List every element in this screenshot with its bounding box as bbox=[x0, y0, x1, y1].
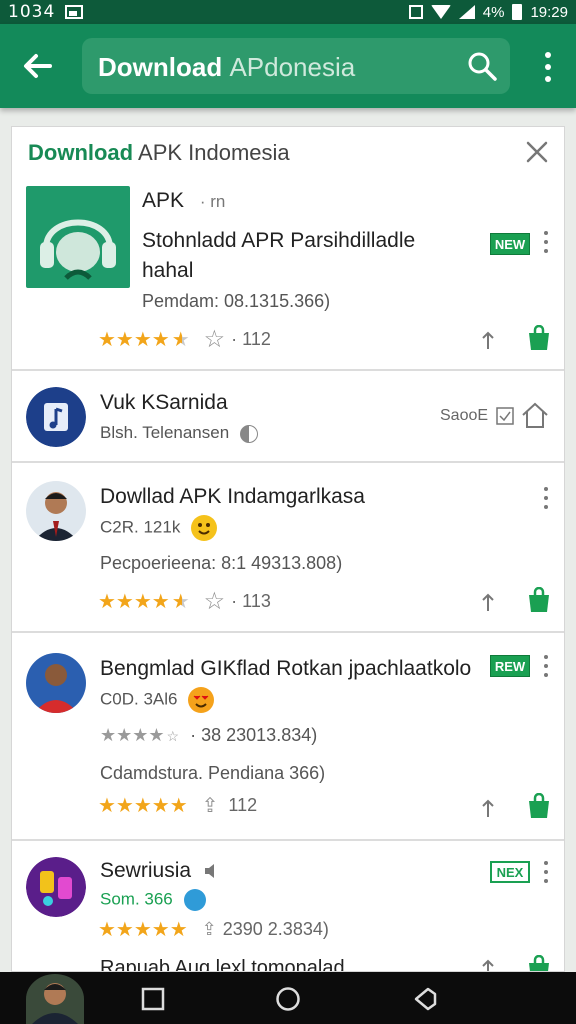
rating-stars: ★★★★ ★ ☆ · 113 bbox=[98, 588, 271, 615]
search-query-rest: APdonesia bbox=[229, 52, 356, 82]
battery-percent: 4% bbox=[482, 3, 505, 21]
half-circle-icon bbox=[239, 424, 258, 443]
music-note-app-icon bbox=[26, 387, 86, 447]
result-item[interactable]: Bengmlad GIKflad Rotkan jpachlaatkolo C0… bbox=[12, 633, 564, 841]
result-subtitle: C2R. 121k bbox=[100, 515, 218, 541]
back-nav-button[interactable] bbox=[412, 986, 438, 1012]
new-badge: NEX bbox=[490, 861, 530, 883]
status-time-left: 1034 bbox=[8, 2, 56, 22]
shopping-bag-icon[interactable] bbox=[526, 955, 552, 972]
checkbox-icon[interactable] bbox=[496, 407, 514, 425]
new-badge: REW bbox=[490, 655, 530, 677]
result-name-suffix: · rn bbox=[199, 192, 226, 211]
item-menu-icon[interactable] bbox=[542, 487, 550, 509]
rating-count: 112 bbox=[228, 795, 258, 815]
result-description-line2: hahal bbox=[142, 259, 194, 282]
close-icon[interactable] bbox=[524, 139, 550, 165]
rating-stars: ★★★★ ★ ☆ · 112 bbox=[98, 326, 271, 353]
result-name: APK · rn bbox=[142, 189, 226, 212]
result-item[interactable]: Dowllad APK Indamgarlkasa C2R. 121k Pecp… bbox=[12, 463, 564, 633]
result-meta: 2390 2.3834) bbox=[222, 919, 329, 939]
item-menu-icon[interactable] bbox=[542, 231, 550, 253]
signal-icon bbox=[458, 5, 475, 19]
share-icon[interactable] bbox=[480, 957, 496, 972]
result-item[interactable]: APK · rn Stohnladd APR Parsihdilladle ha… bbox=[12, 179, 564, 371]
shopping-bag-icon[interactable] bbox=[526, 587, 552, 613]
result-name: Vuk KSarnida bbox=[100, 391, 228, 414]
result-meta: Pemdam: 08.1315.366) bbox=[142, 291, 331, 311]
share-icon[interactable] bbox=[480, 329, 496, 351]
result-description-line1: Stohnladd APR Parsihdilladle bbox=[142, 229, 416, 252]
user-avatar[interactable] bbox=[26, 974, 84, 1024]
cast-icon bbox=[408, 5, 423, 19]
smile-emoji-icon bbox=[191, 515, 218, 541]
result-meta-line2: Cdamdstura. Pendiana 366) bbox=[100, 763, 326, 783]
love-emoji-icon bbox=[188, 687, 215, 713]
person-avatar bbox=[26, 481, 86, 541]
home-button[interactable] bbox=[275, 986, 301, 1012]
rating-count: · 112 bbox=[231, 329, 271, 349]
search-query-text: Download APdonesia bbox=[98, 52, 355, 83]
status-bar: 1034 4% 19:29 bbox=[0, 0, 576, 24]
share-icon[interactable] bbox=[480, 591, 496, 613]
arrow-left-icon bbox=[24, 54, 52, 78]
results-header: Download APK Indomesia bbox=[12, 127, 564, 179]
game-app-icon bbox=[26, 857, 86, 917]
share-icon[interactable] bbox=[480, 797, 496, 819]
new-badge: NEW bbox=[490, 233, 530, 255]
overflow-menu-icon[interactable] bbox=[538, 52, 558, 82]
search-input[interactable]: Download APdonesia bbox=[82, 38, 510, 94]
shopping-bag-icon[interactable] bbox=[526, 325, 552, 351]
rating-stars: ★★★★★ ⇪ 112 bbox=[98, 795, 258, 817]
shopping-bag-icon[interactable] bbox=[526, 793, 552, 819]
back-button[interactable] bbox=[14, 44, 60, 88]
image-notification-icon bbox=[65, 5, 84, 19]
wifi-icon bbox=[430, 5, 451, 19]
result-name: Sewriusia bbox=[100, 859, 221, 883]
results-header-bold: Download bbox=[28, 140, 134, 165]
result-subtitle: Blsh. Telenansen bbox=[100, 423, 258, 443]
result-subtitle: C0D. 3Al6 bbox=[100, 687, 215, 713]
next-result-name: Rapuab Aug lexl tomonalad bbox=[100, 957, 345, 972]
rating-count: · 113 bbox=[231, 591, 271, 611]
result-name: Bengmlad GIKflad Rotkan jpachlaatkolo bbox=[100, 657, 472, 680]
results-header-title: Download APK Indomesia bbox=[28, 140, 290, 166]
search-query-bold: Download bbox=[98, 52, 223, 82]
status-time-right: 19:29 bbox=[530, 3, 568, 21]
item-action-label: SaooE bbox=[440, 407, 489, 424]
result-item[interactable]: Sewriusia Som. 366 ★★★★★ ⇪ 2390 2.3834) … bbox=[12, 841, 564, 972]
result-meta: Pecpoerieena: 8:1 49313.808) bbox=[100, 553, 343, 573]
item-menu-icon[interactable] bbox=[542, 655, 550, 677]
speaker-icon bbox=[204, 864, 214, 879]
results-header-rest: APK Indomesia bbox=[138, 140, 290, 165]
clock-icon bbox=[183, 889, 206, 911]
result-item[interactable]: Vuk KSarnida Blsh. Telenansen SaooE bbox=[12, 371, 564, 463]
result-subtitle: Som. 366 bbox=[100, 889, 206, 911]
result-meta-line1: ★★★★ ☆ · 38 23013.834) bbox=[100, 725, 318, 745]
app-bar: Download APdonesia bbox=[0, 24, 576, 108]
search-results-list: Download APK Indomesia APK · rn Stohnlad… bbox=[11, 126, 565, 972]
item-menu-icon[interactable] bbox=[542, 861, 550, 883]
rating-stars: ★★★★★ ⇪ 2390 2.3834) bbox=[98, 919, 329, 941]
search-icon[interactable] bbox=[466, 50, 498, 82]
recents-button[interactable] bbox=[140, 986, 166, 1012]
battery-icon bbox=[512, 4, 523, 20]
result-name: Dowllad APK Indamgarlkasa bbox=[100, 485, 365, 508]
navigation-bar bbox=[0, 972, 576, 1024]
person-avatar-red bbox=[26, 653, 86, 713]
headphones-app-icon bbox=[26, 186, 130, 288]
home-icon[interactable] bbox=[520, 401, 550, 429]
